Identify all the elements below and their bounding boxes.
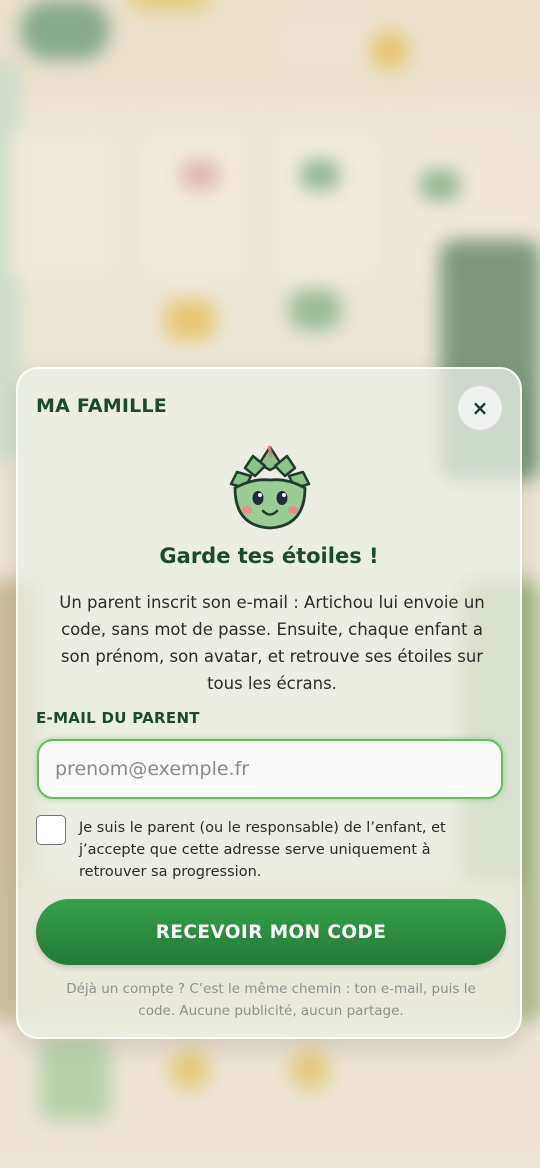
receive-code-button[interactable]: RECEVOIR MON CODE <box>36 899 506 965</box>
intro-text: Un parent inscrit son e-mail : Artichou … <box>59 593 485 693</box>
modal-title: MA FAMILLE <box>36 395 167 417</box>
family-modal: MA FAMILLE × Garde tes étoiles ! Un pare… <box>16 367 522 1039</box>
email-input[interactable] <box>37 739 503 799</box>
consent-text: Je suis le parent (ou le responsable) de… <box>79 820 446 880</box>
consent-checkbox[interactable] <box>36 815 66 845</box>
footnote-text: Déjà un compte ? C’est le même chemin : … <box>66 981 476 1019</box>
close-icon: × <box>471 396 489 420</box>
artichoke-mascot-icon <box>229 445 311 530</box>
email-label: E-MAIL DU PARENT <box>36 709 200 727</box>
close-button[interactable]: × <box>458 386 502 430</box>
headline: Garde tes étoiles ! <box>159 544 379 568</box>
